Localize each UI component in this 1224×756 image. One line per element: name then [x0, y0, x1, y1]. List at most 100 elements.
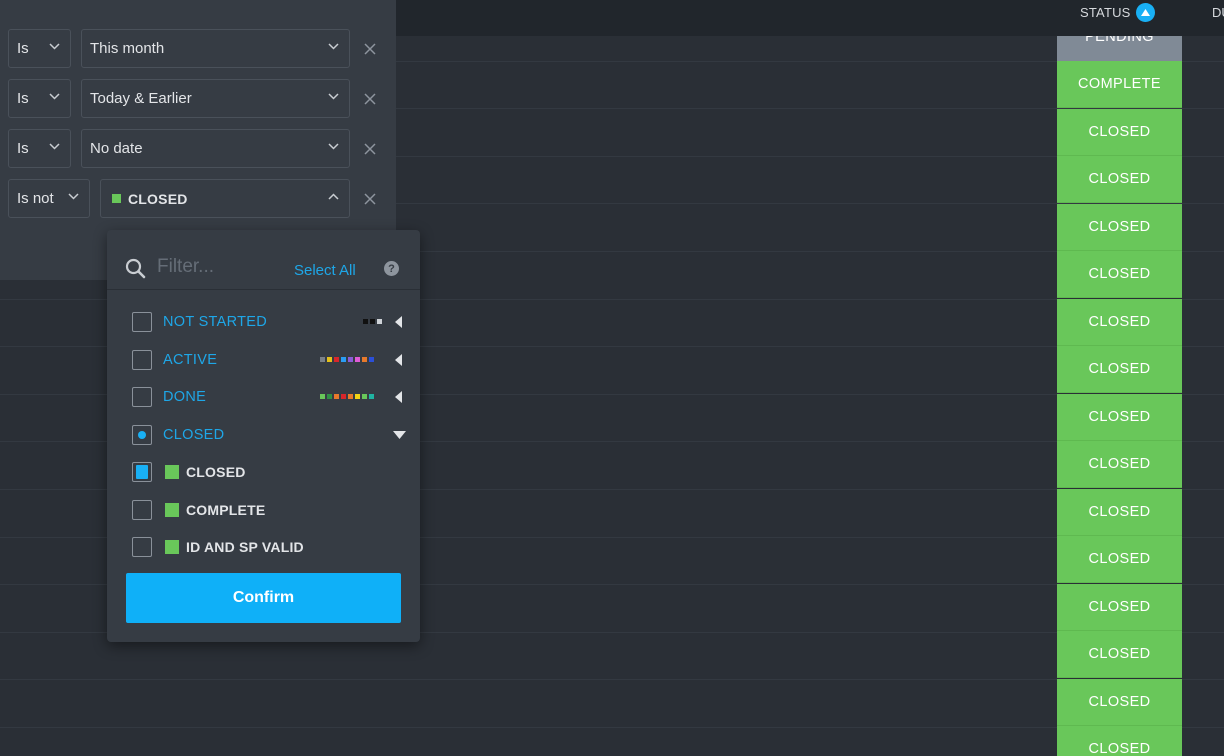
status-color-swatch — [362, 394, 367, 399]
dropdown-search-bar: Select All ? — [107, 230, 420, 290]
table-row[interactable] — [0, 680, 1224, 728]
remove-filter-icon[interactable] — [363, 42, 377, 56]
filter-value-select[interactable]: Today & Earlier — [81, 79, 350, 118]
confirm-button[interactable]: Confirm — [126, 573, 401, 623]
status-swatches — [320, 357, 374, 362]
status-group-active[interactable]: ACTIVE — [107, 341, 420, 378]
group-label: ACTIVE — [163, 351, 218, 368]
status-color-swatch — [334, 357, 339, 362]
checkbox-checked[interactable] — [132, 461, 152, 482]
status-badge[interactable]: CLOSED — [1057, 108, 1182, 156]
operator-label: Is — [17, 40, 29, 57]
chevron-down-icon — [49, 43, 60, 50]
operator-label: Is — [17, 90, 29, 107]
status-badge[interactable]: CLOSED — [1057, 536, 1182, 583]
status-swatches — [363, 319, 382, 324]
status-color-swatch — [334, 394, 339, 399]
status-badge[interactable]: PENDING — [1057, 36, 1182, 61]
status-badge[interactable]: CLOSED — [1057, 726, 1182, 756]
status-badge[interactable]: CLOSED — [1057, 631, 1182, 678]
status-badge[interactable]: CLOSED — [1057, 583, 1182, 631]
chevron-down-icon — [68, 193, 79, 200]
status-badge[interactable]: COMPLETE — [1057, 61, 1182, 108]
filter-operator-select[interactable]: Is — [8, 29, 71, 68]
status-color-swatch — [377, 319, 382, 324]
status-swatches — [320, 394, 374, 399]
status-dropdown: Select All ? NOT STARTED ACTIVE DONE CLO… — [107, 230, 420, 642]
remove-filter-icon[interactable] — [363, 192, 377, 206]
filter-operator-select[interactable]: Is not — [8, 179, 90, 218]
filter-value-select[interactable]: This month — [81, 29, 350, 68]
checkbox[interactable] — [132, 311, 152, 332]
status-color-swatch — [348, 357, 353, 362]
operator-label: Is not — [17, 190, 54, 207]
status-color-swatch — [165, 502, 179, 517]
value-label: CLOSED — [128, 190, 188, 207]
collapse-caret-icon[interactable] — [393, 430, 406, 439]
status-option-closed[interactable]: CLOSED — [107, 453, 420, 490]
option-label: COMPLETE — [186, 501, 266, 518]
chevron-down-icon — [49, 93, 60, 100]
status-color-swatch — [363, 319, 368, 324]
checkbox[interactable] — [132, 536, 152, 557]
status-color-swatch — [369, 394, 374, 399]
status-color-swatch — [327, 394, 332, 399]
status-badge[interactable]: CLOSED — [1057, 298, 1182, 346]
status-color-swatch — [320, 357, 325, 362]
select-all-link[interactable]: Select All — [294, 262, 356, 279]
status-badge[interactable]: CLOSED — [1057, 393, 1182, 441]
option-label: CLOSED — [186, 463, 246, 480]
option-label: ID AND SP VALID — [186, 538, 304, 555]
help-icon[interactable]: ? — [384, 261, 399, 276]
remove-filter-icon[interactable] — [363, 92, 377, 106]
checkbox-partial[interactable] — [132, 424, 152, 445]
status-badge[interactable]: CLOSED — [1057, 203, 1182, 251]
status-badge[interactable]: CLOSED — [1057, 441, 1182, 488]
chevron-down-icon — [49, 143, 60, 150]
status-badge[interactable]: CLOSED — [1057, 678, 1182, 726]
chevron-down-icon — [328, 43, 339, 50]
status-group-done[interactable]: DONE — [107, 378, 420, 415]
status-color-swatch — [165, 539, 179, 554]
filter-operator-select[interactable]: Is — [8, 79, 71, 118]
status-color-swatch — [341, 357, 346, 362]
status-color-swatch — [362, 357, 367, 362]
filter-value-select[interactable]: No date — [81, 129, 350, 168]
checkbox[interactable] — [132, 386, 152, 407]
status-group-not-started[interactable]: NOT STARTED — [107, 303, 420, 340]
status-color-swatch — [370, 319, 375, 324]
filter-operator-select[interactable]: Is — [8, 129, 71, 168]
expand-caret-icon[interactable] — [395, 353, 402, 366]
chevron-down-icon — [328, 93, 339, 100]
status-column: PENDING COMPLETE CLOSED CLOSED CLOSED CLOSED C… — [1057, 36, 1182, 756]
status-color-swatch — [165, 464, 179, 479]
value-label: This month — [90, 40, 165, 57]
group-label: DONE — [163, 388, 207, 405]
remove-filter-icon[interactable] — [363, 142, 377, 156]
status-option-id-and-sp-valid[interactable]: ID AND SP VALID — [107, 528, 420, 565]
status-color-swatch — [327, 357, 332, 362]
table-row[interactable] — [0, 728, 1224, 756]
status-color-swatch — [341, 394, 346, 399]
value-label: Today & Earlier — [90, 90, 192, 107]
expand-caret-icon[interactable] — [395, 390, 402, 403]
filter-search-input[interactable] — [157, 255, 287, 279]
status-color-swatch — [112, 194, 121, 203]
status-option-complete[interactable]: COMPLETE — [107, 491, 420, 528]
status-badge[interactable]: CLOSED — [1057, 346, 1182, 393]
group-label: NOT STARTED — [163, 313, 268, 330]
status-group-closed[interactable]: CLOSED — [107, 416, 420, 453]
status-badge[interactable]: CLOSED — [1057, 156, 1182, 203]
checkbox[interactable] — [132, 349, 152, 370]
status-color-swatch — [369, 357, 374, 362]
chevron-down-icon — [328, 143, 339, 150]
filter-value-select[interactable]: CLOSED — [100, 179, 350, 218]
checkbox[interactable] — [132, 499, 152, 520]
search-icon — [125, 258, 146, 279]
chevron-up-icon — [328, 193, 339, 200]
status-badge[interactable]: CLOSED — [1057, 251, 1182, 298]
status-color-swatch — [355, 394, 360, 399]
status-badge[interactable]: CLOSED — [1057, 488, 1182, 536]
status-color-swatch — [355, 357, 360, 362]
expand-caret-icon[interactable] — [395, 315, 402, 328]
